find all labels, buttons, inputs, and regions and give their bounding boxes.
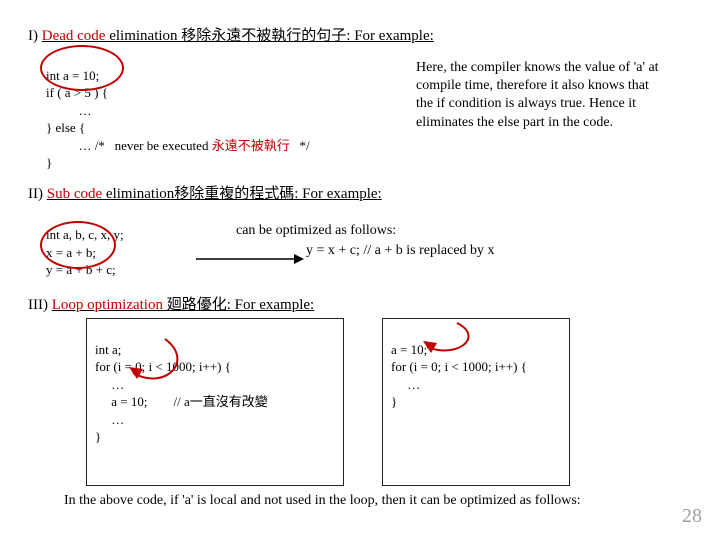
code-comment: // a一直沒有改變: [173, 394, 267, 409]
section3-body: int a; for (i = 0; i < 1000; i++) { … a …: [46, 318, 692, 511]
section1-body: int a = 10; if ( a > 5 ) { … } else { … …: [46, 49, 692, 172]
slide-number: 28: [682, 505, 702, 528]
never-executed-red: 永遠不被執行: [212, 138, 290, 153]
code-line: …: [46, 103, 92, 118]
sec3-rest: 廻路優化: For example:: [163, 297, 314, 313]
code-line: y = a + b + c;: [46, 262, 116, 277]
code-line: */: [290, 138, 310, 153]
code-line: int a, b, c, x, y;: [46, 227, 124, 242]
sec1-red: Dead code: [42, 28, 106, 44]
sec1-rest: elimination 移除永遠不被執行的句子: For example:: [105, 28, 433, 44]
code-line: }: [391, 394, 397, 409]
sec2-opt-label: can be optimized as follows:: [236, 223, 495, 239]
code-line: … /* never be executed: [46, 138, 212, 153]
section2-heading: II) Sub code elimination移除重複的程式碼: For ex…: [28, 182, 692, 203]
code-box-before: int a; for (i = 0; i < 1000; i++) { … a …: [86, 318, 344, 486]
code-line: }: [95, 429, 101, 444]
sec1-code: int a = 10; if ( a > 5 ) { … } else { … …: [46, 49, 416, 172]
section2-body: int a, b, c, x, y; x = a + b; y = a + b …: [46, 209, 692, 279]
code-line: …: [95, 412, 124, 427]
code-line: for (i = 0; i < 1000; i++) {: [391, 359, 527, 374]
sec2-num: II): [28, 186, 47, 202]
section3-heading: III) Loop optimization 廻路優化: For example…: [28, 293, 692, 314]
code-line: int a;: [95, 342, 121, 357]
sec2-rest: elimination移除重複的程式碼: For example:: [102, 186, 382, 202]
sec2-code: int a, b, c, x, y; x = a + b; y = a + b …: [46, 209, 236, 279]
code-line: …: [391, 377, 420, 392]
sec3-red: Loop optimization: [52, 297, 163, 313]
sec1-num: I): [28, 28, 42, 44]
sec3-num: III): [28, 297, 52, 313]
code-line: if ( a > 5 ) {: [46, 85, 108, 100]
code-line: x = a + b;: [46, 245, 96, 260]
sec2-red: Sub code: [47, 186, 102, 202]
code-line: …: [95, 377, 124, 392]
code-line: for (i = 0; i < 1000; i++) {: [95, 359, 231, 374]
sec2-result: y = x + c; // a + b is replaced by x: [236, 239, 495, 259]
code-line: }: [46, 155, 52, 170]
code-line: a = 10;: [95, 394, 147, 409]
section1-heading: I) Dead code elimination 移除永遠不被執行的句子: Fo…: [28, 24, 692, 45]
sec1-explain: Here, the compiler knows the value of 'a…: [416, 49, 664, 172]
code-box-after: a = 10; for (i = 0; i < 1000; i++) { … }: [382, 318, 570, 486]
code-line: a = 10;: [391, 342, 427, 357]
code-line: int a = 10;: [46, 68, 99, 83]
code-line: } else {: [46, 120, 85, 135]
sec3-note: In the above code, if 'a' is local and n…: [64, 492, 692, 511]
